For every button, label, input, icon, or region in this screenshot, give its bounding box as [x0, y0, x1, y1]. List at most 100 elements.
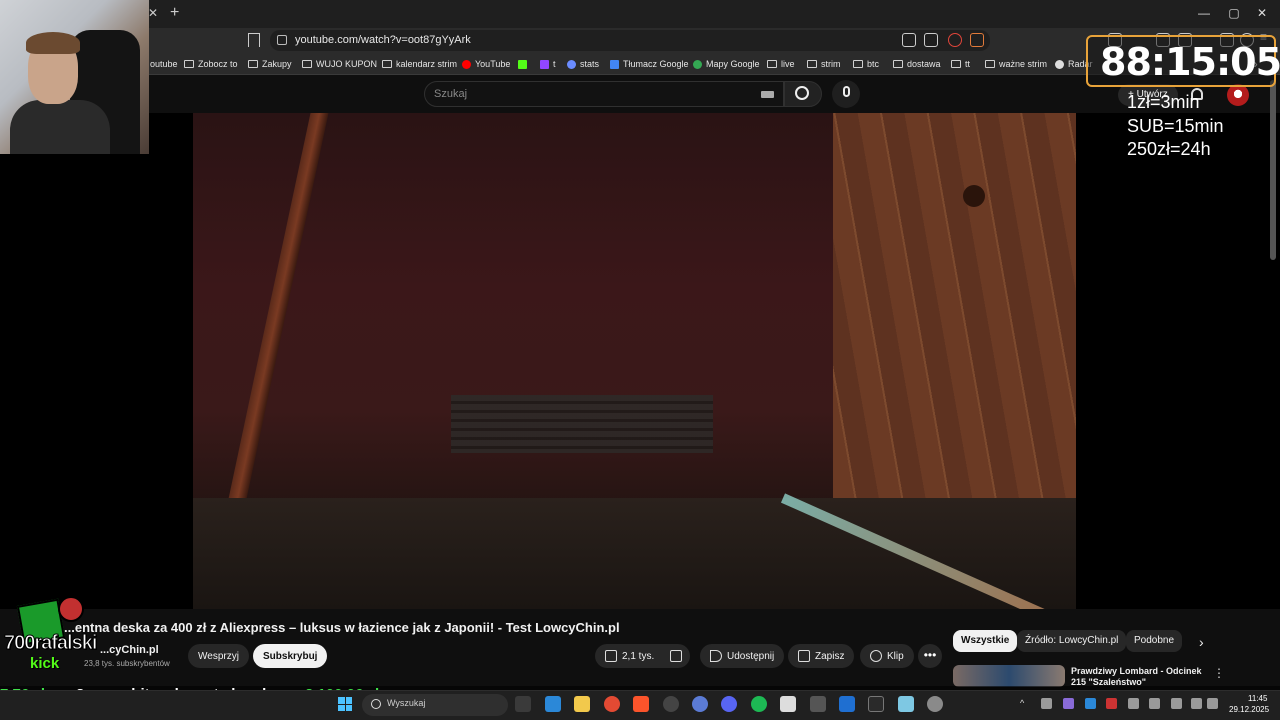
file-explorer-icon[interactable] [574, 696, 590, 712]
folder-icon [893, 60, 903, 68]
volume-icon[interactable] [1207, 698, 1218, 709]
clip-button[interactable]: Klip [860, 644, 914, 668]
folder-icon [382, 60, 392, 68]
wood-knot [963, 185, 985, 207]
translate-icon [610, 59, 619, 69]
bookmark-item[interactable]: outube [150, 57, 178, 71]
taskbar-search-input[interactable] [362, 694, 508, 716]
streamer-body [10, 100, 110, 154]
search-icon [795, 86, 809, 100]
microphone-icon [843, 86, 850, 97]
bookmark-item[interactable] [518, 57, 527, 71]
app-icon[interactable] [839, 696, 855, 712]
clock-date[interactable]: 29.12.2025 [1229, 705, 1269, 714]
streamlabs-icon[interactable] [780, 696, 796, 712]
bookmark-item[interactable]: t [540, 57, 556, 71]
bookmark-item[interactable]: Zobocz to [184, 57, 238, 71]
cast-icon[interactable] [902, 33, 916, 47]
task-view-icon[interactable] [515, 696, 531, 712]
settings-icon[interactable] [927, 696, 943, 712]
bookmark-icon[interactable] [248, 33, 260, 47]
dislike-button[interactable] [662, 644, 690, 668]
spotify-icon[interactable] [751, 696, 767, 712]
save-button[interactable]: Zapisz [788, 644, 855, 668]
bookmark-item[interactable]: dostawa [893, 57, 941, 71]
chevron-right-icon[interactable]: › [1199, 634, 1204, 650]
discord-icon[interactable] [721, 696, 737, 712]
scissors-icon [870, 650, 882, 662]
chip-all[interactable]: Wszystkie [953, 630, 1018, 652]
app-icon[interactable] [898, 696, 914, 712]
chrome-icon[interactable] [604, 696, 620, 712]
kick-label: kick [30, 655, 60, 672]
stats-icon [567, 59, 576, 69]
bookmark-item[interactable]: Mapy Google [693, 57, 760, 71]
bookmark-item[interactable]: ważne strim [985, 57, 1047, 71]
chip-related[interactable]: Podobne [1126, 630, 1183, 652]
microphone-tray-icon[interactable] [1171, 698, 1182, 709]
folder-icon [248, 60, 258, 68]
like-button[interactable]: 2,1 tys. [595, 644, 665, 668]
subscribe-button[interactable]: Subskrybuj [253, 644, 328, 668]
search-icon [371, 699, 381, 709]
browser-tab-bar [0, 0, 1280, 28]
chevron-up-icon[interactable]: ^ [1020, 698, 1031, 709]
tray-icon[interactable] [1106, 698, 1117, 709]
channel-subscriber-count: 23,8 tys. subskrybentów [84, 659, 170, 668]
tray-icon[interactable] [1041, 698, 1052, 709]
close-window-icon[interactable]: ✕ [1252, 6, 1272, 20]
bookmark-item[interactable]: WUJO KUPON [302, 57, 377, 71]
widgets-icon[interactable] [545, 696, 561, 712]
maps-icon [693, 59, 702, 69]
bookmark-item[interactable]: Zakupy [248, 57, 292, 71]
bookmark-item[interactable]: stats [567, 57, 599, 71]
share-page-icon[interactable] [924, 33, 938, 47]
tray-icon[interactable] [1063, 698, 1074, 709]
scrollbar[interactable] [1270, 80, 1276, 260]
new-tab-icon[interactable]: + [170, 4, 179, 22]
more-vert-icon[interactable]: ⋮ [1213, 666, 1225, 680]
bookmark-item[interactable]: btc [853, 57, 879, 71]
chip-source[interactable]: Źródło: LowcyChin.pl [1017, 630, 1127, 652]
share-icon [710, 650, 722, 662]
brave-rewards-icon[interactable] [970, 33, 984, 47]
url-text[interactable]: youtube.com/watch?v=oot87gYyArk [295, 34, 471, 46]
app-icon[interactable] [810, 696, 826, 712]
app-icon[interactable] [692, 696, 708, 712]
site-info-icon[interactable] [277, 35, 287, 45]
obs-icon[interactable] [663, 696, 679, 712]
search-input[interactable] [424, 81, 784, 107]
keyboard-icon[interactable] [761, 91, 774, 98]
minimize-icon[interactable]: — [1194, 6, 1214, 20]
bookmark-item[interactable]: Tłumacz Google [610, 57, 689, 71]
bookmark-item[interactable]: YouTube [462, 57, 510, 71]
folder-icon [807, 60, 817, 68]
windows-start-icon[interactable] [338, 697, 352, 711]
folder-icon [184, 60, 194, 68]
bookmark-item[interactable]: strim [807, 57, 841, 71]
more-actions-button[interactable]: ••• [918, 644, 942, 668]
mascot-icon [58, 596, 84, 622]
rate-line: SUB=15min [1127, 116, 1224, 136]
recommended-video-title[interactable]: Prawdziwy Lombard - Odcinek 215 "Szaleńs… [1071, 666, 1211, 686]
bookmark-item[interactable]: tt [951, 57, 970, 71]
bookmark-item[interactable]: live [767, 57, 795, 71]
channel-name[interactable]: ...cyChin.pl [100, 644, 159, 656]
radar-icon [1055, 59, 1064, 69]
brave-shields-icon[interactable] [948, 33, 962, 47]
brave-icon[interactable] [633, 696, 649, 712]
app-icon[interactable] [868, 696, 884, 712]
door-frame-plank [225, 113, 329, 513]
video-frame[interactable] [193, 113, 1076, 609]
bookmark-item[interactable]: kalendarz strim [382, 57, 457, 71]
bluetooth-icon[interactable] [1085, 698, 1096, 709]
network-icon[interactable] [1191, 698, 1202, 709]
support-button[interactable]: Wesprzyj [188, 644, 249, 668]
clock-time[interactable]: 11:45 [1248, 694, 1267, 703]
recommended-video-thumbnail[interactable] [953, 665, 1065, 687]
steam-icon[interactable] [1128, 698, 1139, 709]
maximize-icon[interactable]: ▢ [1224, 6, 1244, 20]
tray-icon[interactable] [1149, 698, 1160, 709]
avatar[interactable] [1227, 84, 1249, 106]
share-button[interactable]: Udostępnij [700, 644, 785, 668]
